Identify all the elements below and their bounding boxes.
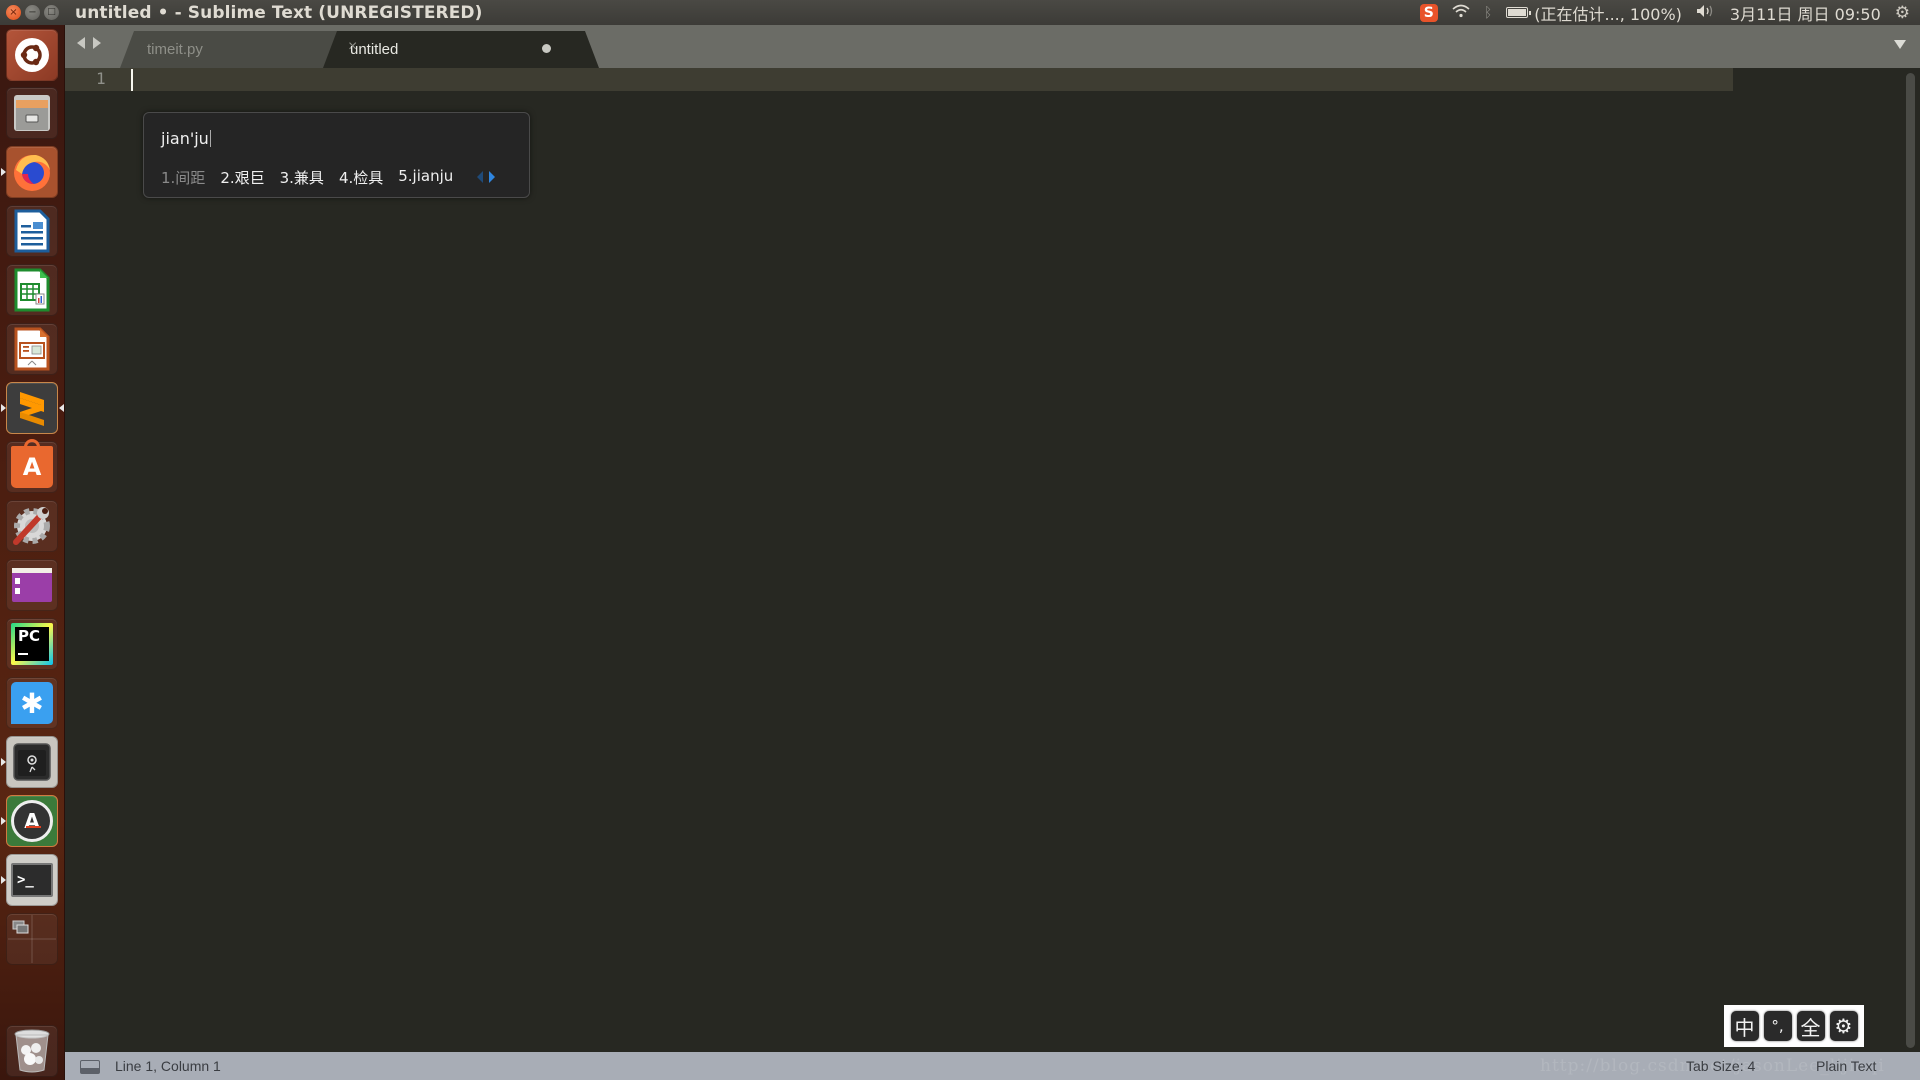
launcher-item-software-updater[interactable]: A <box>1 795 58 847</box>
battery-icon <box>1506 7 1532 18</box>
tab-bar: timeit.py × untitled <box>65 25 1920 68</box>
launcher-item-vault[interactable] <box>1 736 58 788</box>
volume-icon[interactable] <box>1696 4 1716 22</box>
maximize-window-button[interactable]: □ <box>44 5 59 20</box>
unsaved-dot-icon[interactable] <box>542 44 551 53</box>
ime-toolbar: 中 °, 全 ⚙ <box>1724 1005 1864 1047</box>
top-panel: × − □ untitled • - Sublime Text (UNREGIS… <box>0 0 1920 25</box>
ime-candidate[interactable]: 5.jianju <box>398 167 453 188</box>
launcher-item-pycharm[interactable]: PC <box>6 618 58 670</box>
close-icon: × <box>9 6 18 18</box>
indicator-area: S ᛒ (正在估计..., 100%) 3月11日 周日 09:50 ⚙ <box>1419 1 1920 25</box>
tab-nav-arrows <box>77 37 101 49</box>
wifi-icon[interactable] <box>1452 4 1470 22</box>
maximize-icon: □ <box>47 7 56 17</box>
chat-glyph: ✱ <box>20 686 44 720</box>
battery-indicator[interactable]: (正在估计..., 100%) <box>1506 1 1682 25</box>
updater-icon: A <box>11 800 53 842</box>
ime-candidate[interactable]: 3.兼具 <box>280 167 324 188</box>
syntax-selector[interactable]: Plain Text <box>1816 1058 1876 1074</box>
terminal-icon: >_ <box>11 863 53 897</box>
ime-chinese-mode-button[interactable]: 中 <box>1730 1011 1759 1041</box>
safe-icon <box>13 743 51 781</box>
window-controls: × − □ <box>0 5 70 20</box>
launcher-item-purple-app[interactable] <box>6 559 58 611</box>
battery-text: (正在估计..., 100%) <box>1534 4 1682 24</box>
ime-settings-button[interactable]: ⚙ <box>1829 1011 1858 1041</box>
asterisk-chat-icon: ✱ <box>11 682 53 724</box>
line-number: 1 <box>96 69 106 88</box>
launcher-item-libreoffice-impress[interactable] <box>6 323 58 375</box>
pycharm-glyph: PC <box>18 627 41 645</box>
minimize-window-button[interactable]: − <box>25 5 40 20</box>
panel-toggle-icon[interactable] <box>80 1060 100 1074</box>
updater-glyph: A <box>24 809 40 833</box>
input-method-indicator[interactable]: S <box>1419 3 1438 22</box>
ime-candidate[interactable]: 1.间距 <box>161 167 205 188</box>
tab-list-dropdown-icon[interactable] <box>1894 40 1906 49</box>
impress-icon <box>14 327 50 371</box>
launcher-item-files[interactable] <box>6 87 58 139</box>
minimize-icon: − <box>28 6 37 18</box>
ime-fullwidth-button[interactable]: 全 <box>1796 1011 1825 1041</box>
launcher-item-firefox[interactable] <box>1 146 58 198</box>
shopping-bag-icon: A <box>11 439 53 488</box>
tab-label: untitled <box>350 41 399 58</box>
firefox-icon <box>14 154 50 191</box>
software-glyph: A <box>22 453 42 481</box>
editor[interactable]: 1 <box>65 68 1920 1052</box>
launcher-item-libreoffice-calc[interactable] <box>6 264 58 316</box>
ime-candidate[interactable]: 2.艰巨 <box>220 167 264 188</box>
gear-icon[interactable]: ⚙ <box>1895 3 1910 23</box>
workspace-switcher-icon <box>8 915 56 963</box>
window-title: untitled • - Sublime Text (UNREGISTERED) <box>75 2 483 23</box>
launcher-item-terminal[interactable]: >_ <box>1 854 58 906</box>
launcher-item-sublime-text[interactable] <box>1 382 64 434</box>
pycharm-icon: PC <box>11 623 53 665</box>
text-caret <box>131 69 133 91</box>
writer-icon <box>14 209 50 253</box>
tab-next-icon[interactable] <box>93 37 101 49</box>
launcher-item-workspaces[interactable] <box>6 913 58 965</box>
launcher-item-trash[interactable] <box>6 1025 58 1077</box>
ime-candidate-list: 1.间距 2.艰巨 3.兼具 4.检具 5.jianju <box>161 167 453 188</box>
calc-icon <box>14 268 50 312</box>
ime-pager <box>477 171 495 183</box>
ime-candidate-popup: jian'ju 1.间距 2.艰巨 3.兼具 4.检具 5.jianju <box>143 112 530 198</box>
tab-untitled[interactable]: untitled <box>323 31 599 68</box>
tab-label: timeit.py <box>147 41 203 58</box>
ime-punctuation-button[interactable]: °, <box>1763 1011 1792 1041</box>
trash-icon <box>14 1029 50 1073</box>
clock[interactable]: 3月11日 周日 09:50 <box>1730 1 1881 25</box>
terminal-glyph: >_ <box>17 872 34 888</box>
current-line-highlight <box>65 68 1733 91</box>
launcher: A PC ✱ A >_ <box>0 25 65 1080</box>
launcher-item-dash-home[interactable] <box>6 29 58 81</box>
ime-candidate[interactable]: 4.检具 <box>339 167 383 188</box>
tab-prev-icon[interactable] <box>77 37 85 49</box>
vertical-scrollbar[interactable] <box>1906 73 1915 1048</box>
wrench-gear-icon <box>13 507 50 545</box>
bluetooth-icon[interactable]: ᛒ <box>1484 5 1492 21</box>
close-window-button[interactable]: × <box>6 5 21 20</box>
window-icon <box>12 568 52 602</box>
ime-composition-text: jian'ju <box>161 129 209 148</box>
ime-prev-page-icon[interactable] <box>477 171 483 183</box>
launcher-item-libreoffice-writer[interactable] <box>6 205 58 257</box>
sublime-text-icon <box>20 392 44 426</box>
launcher-item-ubuntu-software[interactable]: A <box>6 439 58 493</box>
launcher-item-chat-app[interactable]: ✱ <box>6 677 58 729</box>
tab-size-selector[interactable]: Tab Size: 4 <box>1686 1058 1755 1074</box>
ime-next-page-icon[interactable] <box>489 171 495 183</box>
cursor-position: Line 1, Column 1 <box>115 1058 221 1074</box>
launcher-item-system-settings[interactable] <box>6 500 58 552</box>
file-cabinet-icon <box>14 95 50 131</box>
ubuntu-logo-icon <box>15 38 49 72</box>
status-bar: Line 1, Column 1 http://blog.csdn.net/ja… <box>65 1052 1920 1080</box>
